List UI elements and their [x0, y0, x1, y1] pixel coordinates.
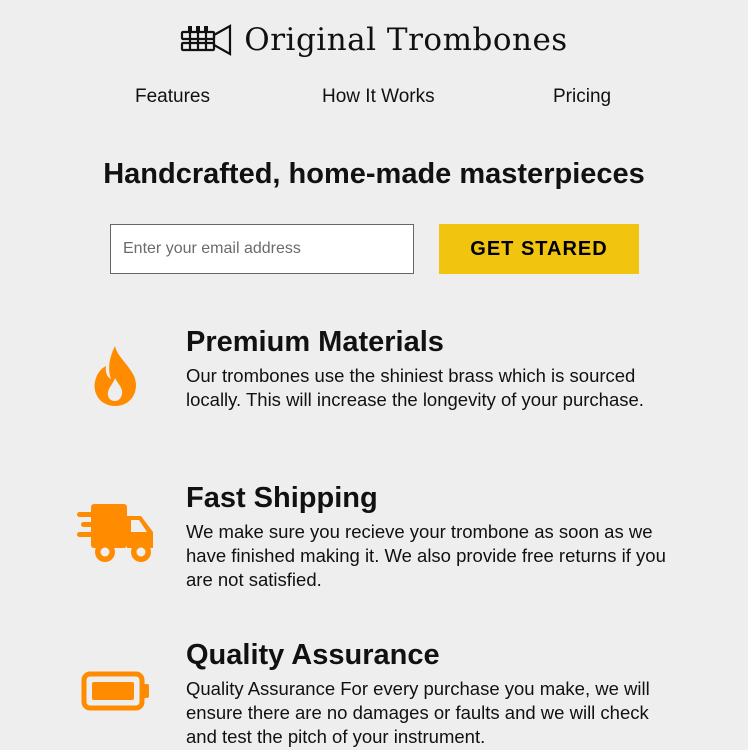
feature-text: We make sure you recieve your trombone a…: [186, 521, 666, 590]
email-input[interactable]: [110, 224, 414, 274]
feature-title: Premium Materials: [186, 326, 444, 358]
nav-link-pricing[interactable]: Pricing: [553, 86, 611, 108]
truck-icon: [77, 502, 155, 569]
trombone-icon: [180, 23, 236, 57]
battery-icon: [81, 671, 151, 716]
nav-link-features[interactable]: Features: [135, 86, 210, 108]
get-started-button[interactable]: GET STARED: [439, 224, 639, 274]
brand-name: Original Trombones: [244, 22, 568, 58]
hero-title: Handcrafted, home-made masterpieces: [103, 158, 645, 190]
site-header: Original Trombones: [0, 18, 748, 62]
feature-text: Quality Assurance For every purchase you…: [186, 678, 650, 747]
feature-text: Our trombones use the shiniest brass whi…: [186, 365, 644, 410]
landing-page: Original Trombones Features How It Works…: [0, 0, 748, 750]
nav-link-how-it-works[interactable]: How It Works: [322, 86, 435, 108]
feature-title: Fast Shipping: [186, 482, 378, 514]
fire-icon: [92, 346, 138, 413]
feature-title: Quality Assurance: [186, 639, 440, 671]
main-nav: Features How It Works Pricing: [0, 86, 748, 116]
